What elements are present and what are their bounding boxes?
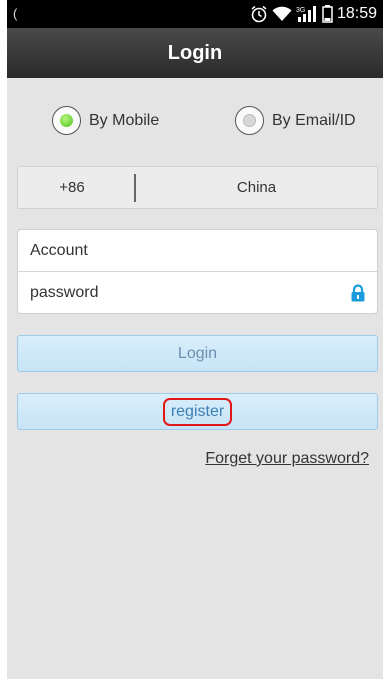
country-code[interactable]: +86	[18, 167, 126, 208]
status-icons: 3G	[250, 5, 333, 23]
radio-button-selected[interactable]	[52, 106, 81, 135]
login-button[interactable]: Login	[17, 335, 378, 372]
forgot-password-link[interactable]: Forget your password?	[205, 450, 369, 468]
radio-dot-selected-icon	[60, 114, 73, 127]
password-input[interactable]: password	[18, 272, 377, 314]
by-mobile-radio[interactable]: By Mobile	[52, 106, 159, 135]
alarm-icon	[250, 5, 268, 23]
radio-dot-unselected-icon	[243, 114, 256, 127]
country-selector[interactable]: +86 China	[17, 166, 378, 209]
account-placeholder: Account	[30, 241, 88, 259]
password-placeholder: password	[30, 284, 99, 301]
signal-3g-icon: 3G	[296, 5, 318, 23]
by-mobile-label: By Mobile	[89, 111, 160, 129]
register-button-label: register	[162, 397, 233, 426]
battery-icon	[322, 5, 333, 23]
country-name[interactable]: China	[136, 167, 377, 208]
register-button[interactable]: register	[17, 393, 378, 430]
login-button-label: Login	[177, 344, 218, 362]
credentials-form: Account password	[17, 229, 378, 314]
page-title: Login	[167, 41, 223, 64]
title-bar: Login	[7, 28, 383, 78]
status-left-glyph: (	[13, 6, 18, 21]
by-email-label: By Email/ID	[272, 111, 356, 129]
wifi-icon	[272, 6, 292, 22]
lock-icon	[351, 284, 365, 307]
radio-button-unselected[interactable]	[235, 106, 264, 135]
network-type-label: 3G	[296, 7, 305, 14]
login-mode-selector: By Mobile By Email/ID	[7, 106, 383, 142]
app-screen: ( 3G 18:59 Login By Mobile By Email/ID +…	[7, 0, 383, 679]
status-time: 18:59	[336, 5, 377, 22]
status-bar: ( 3G 18:59	[7, 0, 383, 28]
account-input[interactable]: Account	[18, 230, 377, 272]
by-email-radio[interactable]: By Email/ID	[235, 106, 356, 135]
